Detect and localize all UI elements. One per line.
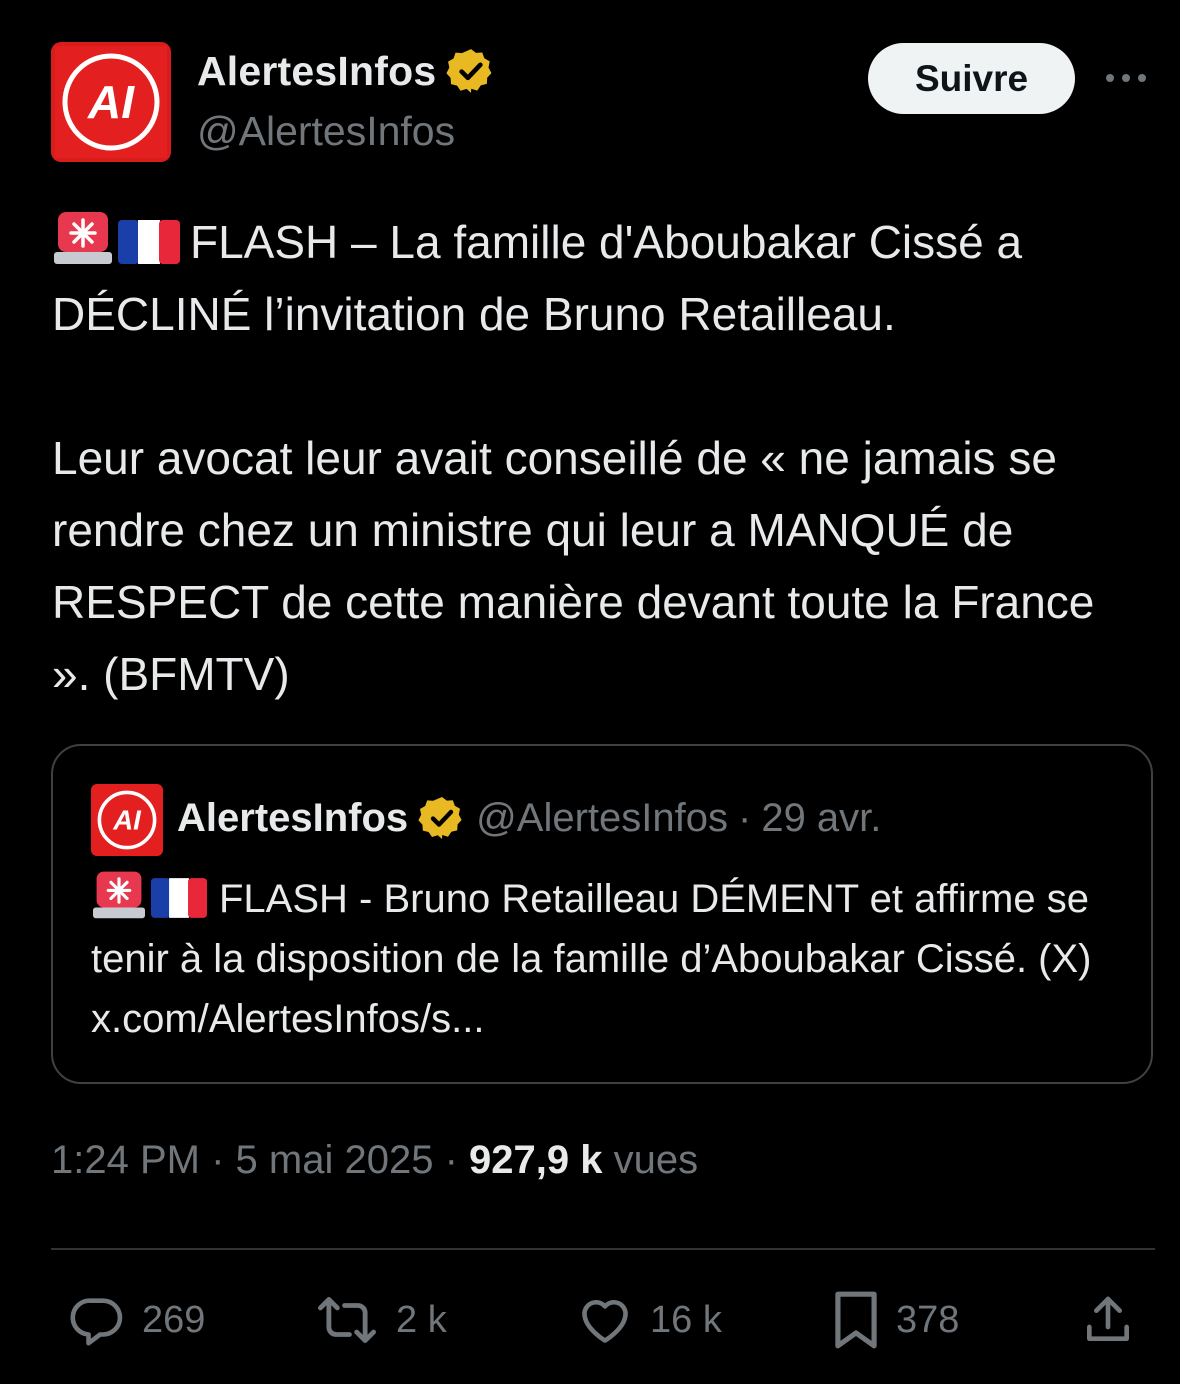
svg-text:AI: AI (112, 805, 142, 836)
author-display-name[interactable]: AlertesInfos (197, 48, 436, 95)
share-button[interactable] (1080, 1288, 1136, 1352)
retweet-count: 2 k (396, 1298, 447, 1341)
alertesinfos-logo: AI (91, 784, 163, 856)
author-name-row: AlertesInfos (197, 46, 496, 96)
quoted-author-name: AlertesInfos (177, 795, 409, 840)
more-dots-icon[interactable] (1102, 66, 1150, 90)
meta-separator: · (211, 1138, 225, 1182)
tweet-meta: 1:24 PM · 5 mai 2025 · 927,9 k vues (51, 1138, 698, 1183)
quoted-author-avatar[interactable]: AI (91, 784, 163, 856)
quoted-header: AlertesInfos @AlertesInfos · 29 avr. (177, 794, 881, 842)
bookmark-button[interactable]: 378 (830, 1288, 959, 1352)
quoted-author-handle: @AlertesInfos (476, 795, 728, 840)
heart-icon (582, 1299, 628, 1343)
france-flag-emoji-icon (151, 878, 207, 918)
quoted-separator: · (738, 795, 752, 840)
reply-button[interactable]: 269 (66, 1288, 205, 1352)
tweet-time[interactable]: 1:24 PM (51, 1138, 200, 1182)
tweet-page: AI AlertesInfos @AlertesInfos Suivre FLA… (0, 0, 1180, 1384)
quoted-date: 29 avr. (761, 795, 882, 840)
views-count[interactable]: 927,9 k (469, 1138, 602, 1182)
author-avatar[interactable]: AI (51, 42, 171, 162)
quoted-tweet-card[interactable]: AI AlertesInfos @AlertesInfos · 29 avr. (51, 744, 1153, 1084)
tweet-paragraph-2: Leur avocat leur avait conseillé de « ne… (52, 432, 1095, 700)
siren-emoji-icon (93, 871, 145, 919)
reply-count: 269 (142, 1298, 206, 1341)
tweet-paragraph-1: FLASH – La famille d'Aboubakar Cissé a D… (52, 206, 1142, 350)
divider (51, 1248, 1155, 1250)
verified-badge-icon (418, 797, 462, 839)
siren-emoji-icon (54, 212, 112, 264)
quoted-text-block: FLASH - Bruno Retailleau DÉMENT et affir… (91, 868, 1121, 1049)
alertesinfos-logo: AI (51, 42, 171, 162)
retweet-icon (318, 1297, 377, 1343)
verified-badge-icon (446, 49, 492, 93)
svg-text:AI: AI (87, 76, 135, 128)
france-flag-emoji-icon (118, 220, 180, 264)
like-count: 16 k (650, 1298, 722, 1341)
quoted-text: FLASH - Bruno Retailleau DÉMENT et affir… (91, 877, 1092, 1041)
tweet-text: FLASH – La famille d'Aboubakar Cissé a D… (52, 206, 1142, 710)
share-icon (1087, 1296, 1129, 1341)
follow-button[interactable]: Suivre (868, 43, 1075, 114)
tweet-line-1: FLASH – La famille d'Aboubakar Cissé a D… (52, 216, 1023, 340)
views-label: vues (613, 1138, 699, 1182)
meta-separator: · (444, 1138, 458, 1182)
like-button[interactable]: 16 k (574, 1288, 722, 1352)
tweet-date[interactable]: 5 mai 2025 (236, 1138, 434, 1182)
author-handle[interactable]: @AlertesInfos (197, 108, 455, 155)
reply-icon (70, 1298, 123, 1346)
retweet-button[interactable]: 2 k (312, 1288, 447, 1352)
bookmark-count: 378 (896, 1298, 960, 1341)
bookmark-icon (835, 1291, 877, 1349)
